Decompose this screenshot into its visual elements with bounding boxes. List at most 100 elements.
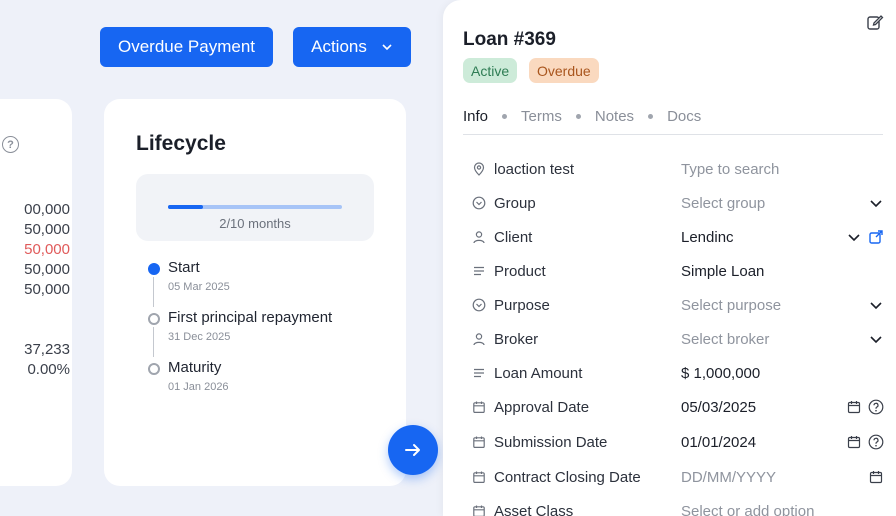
calendar-icon[interactable]	[846, 399, 862, 415]
timeline-connector	[153, 277, 154, 307]
status-badge-active: Active	[463, 58, 518, 83]
milestone-dot	[148, 363, 160, 375]
field-label: Client	[494, 228, 533, 246]
field-client: Client Lendinc	[471, 220, 884, 254]
field-label: Broker	[494, 330, 539, 348]
milestone-date: 31 Dec 2025	[168, 331, 231, 343]
milestone-dot-filled	[148, 263, 160, 275]
summary-value: 50,000	[24, 261, 70, 278]
calendar-icon	[471, 469, 487, 485]
field-asset-class: Asset Class Select or add option	[471, 494, 884, 516]
summary-values-secondary: 37,233 0.00%	[24, 340, 70, 380]
tab-docs[interactable]: Docs	[667, 108, 701, 125]
summary-value: 50,000	[24, 221, 70, 238]
lifecycle-title: Lifecycle	[136, 132, 226, 155]
field-broker: Broker Select broker	[471, 322, 884, 356]
tab-info[interactable]: Info	[463, 108, 488, 125]
lifecycle-progress: 2/10 months	[136, 174, 374, 241]
progress-label: 2/10 months	[219, 216, 291, 231]
product-value: Simple Loan	[681, 262, 765, 280]
field-label: Asset Class	[494, 502, 574, 516]
tab-separator	[502, 114, 508, 119]
chevron-down-icon	[382, 44, 392, 51]
lifecycle-card: Lifecycle 2/10 months Start 05 Mar 2025 …	[104, 99, 406, 486]
status-badge-overdue: Overdue	[529, 58, 599, 83]
help-icon[interactable]: ?	[2, 136, 19, 153]
field-loan-amount: Loan Amount $ 1,000,000	[471, 356, 884, 390]
milestone-name: Maturity	[168, 359, 222, 376]
summary-values: 00,000 50,000 50,000 50,000 50,000	[24, 200, 70, 300]
asset-class-select[interactable]: Select or add option	[681, 503, 884, 516]
field-label: Submission Date	[494, 433, 608, 451]
timeline-connector	[153, 327, 154, 357]
field-label: Purpose	[494, 296, 550, 314]
calendar-icon	[471, 503, 487, 516]
loan-amount-value: $ 1,000,000	[681, 364, 761, 382]
tab-separator	[575, 114, 581, 119]
broker-select[interactable]: Select broker	[681, 331, 868, 348]
submission-date-input[interactable]: 01/01/2024	[681, 434, 846, 451]
chevron-down-icon[interactable]	[868, 297, 884, 313]
lines-icon	[471, 263, 487, 279]
field-label: Approval Date	[494, 398, 590, 416]
lines-icon	[471, 365, 487, 381]
actions-dropdown-button[interactable]: Actions	[293, 27, 411, 67]
field-purpose: Purpose Select purpose	[471, 288, 884, 322]
user-icon	[471, 229, 487, 245]
milestone-date: 01 Jan 2026	[168, 381, 229, 393]
group-select[interactable]: Select group	[681, 195, 868, 212]
location-pin-icon	[471, 161, 487, 177]
edit-icon[interactable]	[866, 13, 884, 31]
tabs-divider	[463, 134, 883, 135]
calendar-icon	[471, 399, 487, 415]
field-submission-date: Submission Date 01/01/2024	[471, 425, 884, 459]
field-product: Product Simple Loan	[471, 254, 884, 288]
calendar-icon[interactable]	[846, 434, 862, 450]
loan-detail-panel: Loan #369 Active Overdue Info Terms Note…	[443, 0, 896, 516]
location-search-input[interactable]: Type to search	[681, 161, 884, 178]
field-label: Group	[494, 194, 536, 212]
field-group: Group Select group	[471, 186, 884, 220]
calendar-icon	[471, 434, 487, 450]
field-label: loaction test	[494, 160, 575, 178]
actions-label: Actions	[311, 37, 367, 56]
chevron-down-icon[interactable]	[846, 229, 862, 245]
field-approval-date: Approval Date 05/03/2025	[471, 390, 884, 424]
overdue-payment-label: Overdue Payment	[117, 37, 255, 56]
progress-fill	[168, 205, 203, 209]
summary-value: 00,000	[24, 201, 70, 218]
milestone-name: Start	[168, 259, 200, 276]
overdue-payment-button[interactable]: Overdue Payment	[100, 27, 273, 67]
tab-terms[interactable]: Terms	[521, 108, 562, 125]
approval-date-input[interactable]: 05/03/2025	[681, 399, 846, 416]
field-location: loaction test Type to search	[471, 152, 884, 186]
milestone-dot	[148, 313, 160, 325]
purpose-select[interactable]: Select purpose	[681, 297, 868, 314]
tab-separator	[648, 114, 654, 119]
panel-tabs: Info Terms Notes Docs	[463, 108, 701, 125]
help-icon[interactable]	[868, 434, 884, 450]
user-icon	[471, 331, 487, 347]
arrow-right-icon	[405, 444, 420, 456]
chevron-down-icon[interactable]	[868, 195, 884, 211]
summary-value: 37,233	[24, 341, 70, 358]
calendar-icon[interactable]	[868, 469, 884, 485]
milestone-name: First principal repayment	[168, 309, 333, 326]
contract-closing-date-input[interactable]: DD/MM/YYYY	[681, 469, 868, 486]
external-link-icon[interactable]	[868, 229, 884, 245]
field-label: Product	[494, 262, 546, 280]
chevron-circle-icon	[471, 297, 487, 313]
help-icon[interactable]	[868, 399, 884, 415]
field-contract-closing-date: Contract Closing Date DD/MM/YYYY	[471, 460, 884, 494]
client-select[interactable]: Lendinc	[681, 229, 846, 246]
chevron-circle-icon	[471, 195, 487, 211]
loan-title: Loan #369	[463, 29, 556, 50]
next-arrow-button[interactable]	[388, 425, 438, 475]
field-label: Contract Closing Date	[494, 468, 641, 486]
milestone-date: 05 Mar 2025	[168, 281, 230, 293]
summary-card: ? 00,000 50,000 50,000 50,000 50,000 37,…	[0, 99, 72, 486]
chevron-down-icon[interactable]	[868, 331, 884, 347]
summary-value: 0.00%	[27, 361, 70, 378]
tab-notes[interactable]: Notes	[595, 108, 634, 125]
summary-value: 50,000	[24, 281, 70, 298]
